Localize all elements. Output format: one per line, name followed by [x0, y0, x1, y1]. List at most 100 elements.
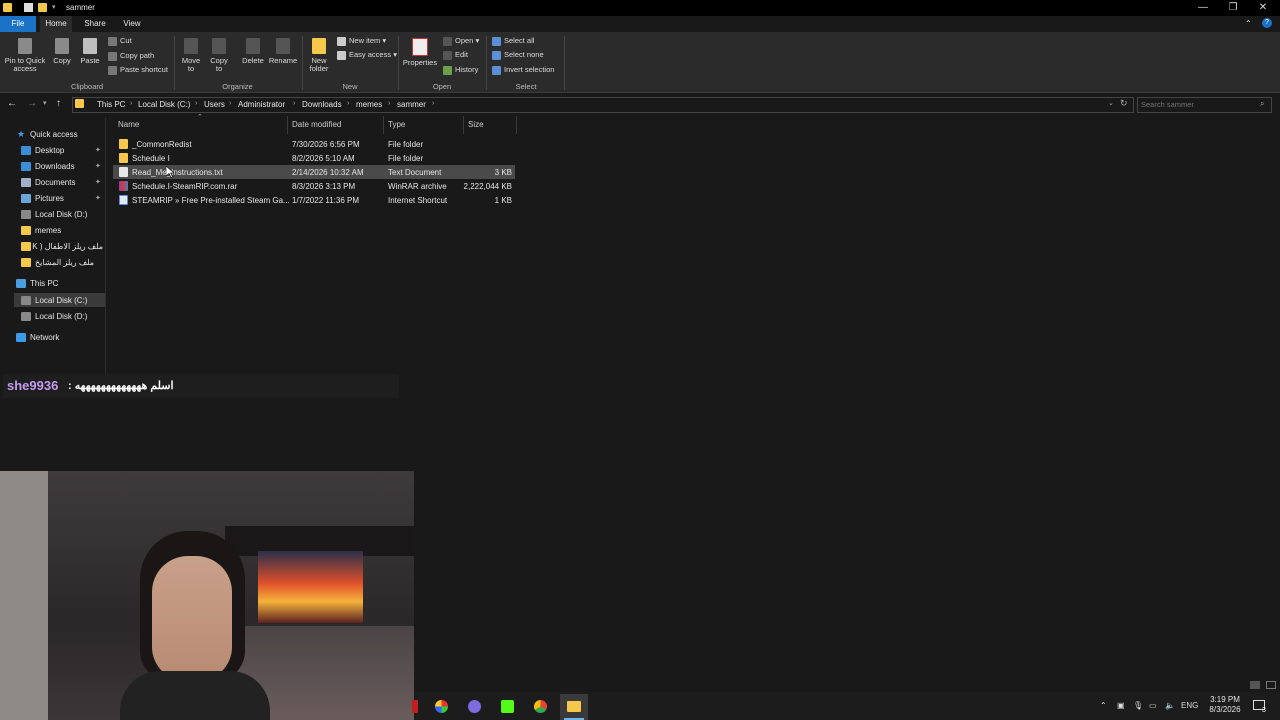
pin-quick-access-button[interactable]: Pin to Quick access	[2, 34, 48, 73]
delete-button[interactable]: Delete	[240, 34, 266, 65]
breadcrumb-memes[interactable]: memes	[356, 100, 382, 109]
volume-icon[interactable]: 🔈	[1165, 701, 1175, 710]
breadcrumb-this-pc[interactable]: This PC	[97, 100, 125, 109]
nav-local-disk-d[interactable]: Local Disk (D:)	[35, 210, 87, 219]
search-box[interactable]: ⌕	[1137, 97, 1272, 113]
large-icons-view-icon[interactable]	[1266, 681, 1276, 689]
column-divider[interactable]	[516, 116, 517, 134]
nav-memes[interactable]: memes	[35, 226, 61, 235]
paste-shortcut-button[interactable]: Paste shortcut	[108, 65, 168, 75]
open-button[interactable]: Open ▾	[443, 36, 479, 46]
customize-toolbar-icon[interactable]: ▾	[52, 3, 56, 11]
nav-network[interactable]: Network	[30, 333, 59, 342]
nav-quick-access[interactable]: Quick access	[30, 130, 78, 139]
column-divider[interactable]	[383, 116, 384, 134]
column-date-header[interactable]: Date modified	[292, 120, 341, 129]
column-type-header[interactable]: Type	[388, 120, 405, 129]
cut-button[interactable]: Cut	[108, 36, 132, 46]
pin-icon: ✦	[95, 179, 101, 186]
file-row[interactable]: Schedule I 8/2/2026 5:10 AM File folder	[113, 151, 515, 165]
up-icon[interactable]: ↑	[56, 98, 61, 109]
language-indicator[interactable]: ENG	[1181, 701, 1198, 710]
chevron-right-icon[interactable]: ›	[432, 100, 434, 107]
chevron-up-icon[interactable]: ⌃	[1100, 701, 1107, 710]
nav-desktop[interactable]: Desktop	[35, 146, 64, 155]
address-dropdown-icon[interactable]: ⌄	[1108, 99, 1114, 107]
forward-icon[interactable]: →	[27, 98, 37, 109]
select-none-button[interactable]: Select none	[492, 50, 544, 60]
breadcrumb-downloads[interactable]: Downloads	[302, 100, 342, 109]
kick-icon[interactable]	[501, 700, 514, 713]
chevron-right-icon[interactable]: ›	[388, 100, 390, 107]
paste-button[interactable]: Paste	[77, 34, 103, 65]
network-tray-icon[interactable]: ▭	[1149, 701, 1157, 710]
copy-button[interactable]: Copy	[50, 34, 74, 65]
history-icon	[443, 65, 452, 75]
new-folder-icon[interactable]	[38, 3, 47, 12]
invert-selection-button[interactable]: Invert selection	[492, 65, 554, 75]
easy-access-button[interactable]: Easy access ▾	[337, 50, 397, 60]
copy-path-button[interactable]: Copy path	[108, 51, 154, 61]
nav-downloads[interactable]: Downloads	[35, 162, 75, 171]
column-divider[interactable]	[287, 116, 288, 134]
nav-local-disk-c[interactable]: Local Disk (C:)	[35, 296, 87, 305]
close-button[interactable]: ✕	[1248, 0, 1278, 16]
properties-icon[interactable]	[24, 3, 33, 12]
file-row[interactable]: Schedule.I-SteamRIP.com.rar 8/3/2026 3:1…	[113, 179, 515, 193]
column-divider[interactable]	[463, 116, 464, 134]
column-size-header[interactable]: Size	[468, 120, 484, 129]
new-item-button[interactable]: New item ▾	[337, 36, 386, 46]
microphone-icon[interactable]: 🎙	[1133, 701, 1143, 710]
app-icon[interactable]	[412, 700, 418, 713]
move-to-button[interactable]: Move to	[179, 34, 203, 73]
nav-local-disk-d-2[interactable]: Local Disk (D:)	[35, 312, 87, 321]
nav-folder-reels-kids[interactable]: ملف ريلز الاطفال ( K	[32, 242, 103, 251]
minimize-button[interactable]: —	[1188, 0, 1218, 16]
nav-pictures[interactable]: Pictures	[35, 194, 64, 203]
edit-button[interactable]: Edit	[443, 50, 468, 60]
tab-share[interactable]: Share	[78, 16, 112, 32]
tab-home[interactable]: Home	[40, 16, 72, 32]
column-name-header[interactable]: Name	[118, 120, 139, 129]
select-all-button[interactable]: Select all	[492, 36, 534, 46]
chrome-icon[interactable]	[534, 700, 547, 713]
tab-view[interactable]: View	[116, 16, 148, 32]
chevron-right-icon[interactable]: ›	[195, 100, 197, 107]
file-row[interactable]: STEAMRIP » Free Pre-installed Steam Ga..…	[113, 193, 515, 207]
back-icon[interactable]: ←	[7, 98, 17, 109]
properties-button[interactable]: Properties	[402, 34, 438, 67]
history-button[interactable]: History	[443, 65, 478, 75]
maximize-button[interactable]: ❐	[1218, 0, 1248, 16]
tab-file[interactable]: File	[0, 16, 36, 32]
breadcrumb-administrator[interactable]: Administrator	[238, 100, 285, 109]
details-view-icon[interactable]	[1250, 681, 1260, 689]
refresh-icon[interactable]: ↻	[1120, 98, 1128, 109]
nav-documents[interactable]: Documents	[35, 178, 75, 187]
new-folder-button[interactable]: New folder	[305, 34, 333, 73]
shortcut-icon	[119, 195, 128, 205]
recent-locations-icon[interactable]: ▾	[43, 99, 47, 107]
breadcrumb-sammer[interactable]: sammer	[397, 100, 426, 109]
breadcrumb-users[interactable]: Users	[204, 100, 225, 109]
rename-button[interactable]: Rename	[268, 34, 298, 65]
nav-this-pc[interactable]: This PC	[30, 279, 58, 288]
nav-folder-reels-sheikhs[interactable]: ملف ريلز المشايخ	[35, 258, 94, 267]
help-icon[interactable]: ?	[1262, 18, 1272, 28]
scissors-icon	[108, 36, 117, 46]
chevron-right-icon[interactable]: ›	[130, 100, 132, 107]
chevron-right-icon[interactable]: ›	[347, 100, 349, 107]
chevron-right-icon[interactable]: ›	[229, 100, 231, 107]
collapse-ribbon-icon[interactable]: ⌃	[1245, 19, 1252, 28]
file-name: _CommonRedist	[132, 140, 192, 149]
color-app-icon[interactable]	[435, 700, 448, 713]
copy-to-button[interactable]: Copy to	[207, 34, 231, 73]
clock[interactable]: 3:19 PM 8/3/2026	[1202, 695, 1248, 715]
chevron-right-icon[interactable]: ›	[293, 100, 295, 107]
breadcrumb-local-disk-c[interactable]: Local Disk (C:)	[138, 100, 190, 109]
new-folder-icon	[312, 38, 326, 54]
tray-app-icon[interactable]: ▣	[1117, 701, 1125, 710]
search-input[interactable]	[1141, 99, 1253, 110]
file-row[interactable]: _CommonRedist 7/30/2026 6:56 PM File fol…	[113, 137, 515, 151]
discord-icon[interactable]	[468, 700, 481, 713]
file-explorer-taskbar-active[interactable]	[560, 694, 588, 720]
